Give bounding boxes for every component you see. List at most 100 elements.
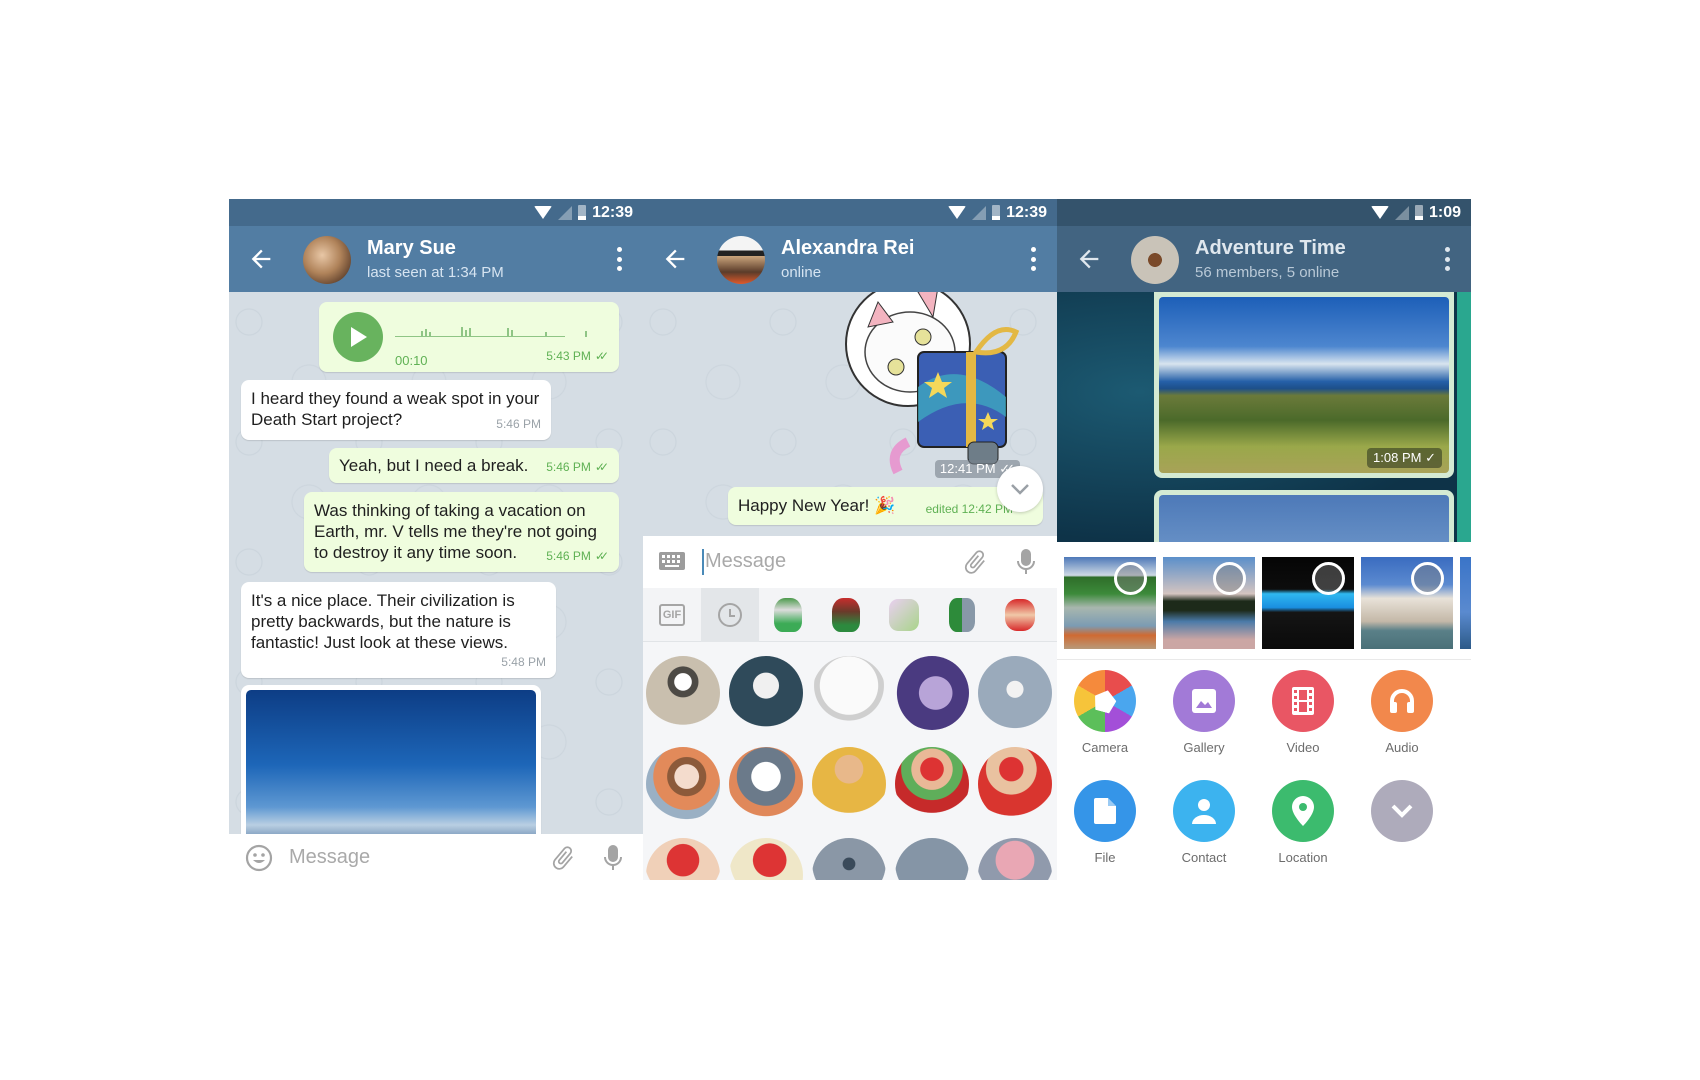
- attach-label: Camera: [1081, 740, 1129, 755]
- message-time: 5:48 PM: [501, 655, 546, 669]
- file-icon: [1074, 780, 1136, 842]
- tab-sticker-pack[interactable]: [933, 588, 991, 642]
- voice-record-button[interactable]: [602, 844, 624, 877]
- tab-sticker-pack[interactable]: [817, 588, 875, 642]
- voice-record-button[interactable]: [1015, 548, 1037, 581]
- gallery-thumbnail[interactable]: [1064, 557, 1156, 649]
- sticker-rhino[interactable]: [895, 838, 969, 880]
- sticker-message[interactable]: 12:41 PM ✓✓: [838, 292, 1038, 478]
- gallery-thumbnail[interactable]: [1361, 557, 1453, 649]
- emoji-button[interactable]: [245, 844, 273, 877]
- sticker-purple-hero[interactable]: [895, 656, 969, 730]
- sticker-marilyn[interactable]: [812, 656, 886, 730]
- sticker-husky[interactable]: [729, 747, 803, 821]
- sticker-raccoon[interactable]: [646, 656, 720, 730]
- tab-sticker-pack[interactable]: [875, 588, 933, 642]
- message-input[interactable]: Message: [705, 550, 786, 573]
- attach-file[interactable]: File: [1060, 780, 1150, 865]
- select-circle[interactable]: [1114, 562, 1147, 595]
- back-button[interactable]: [247, 245, 275, 273]
- attach-camera[interactable]: Camera: [1060, 670, 1150, 755]
- avatar[interactable]: [303, 236, 351, 284]
- sticker-crying-man[interactable]: [812, 747, 886, 821]
- attach-contact[interactable]: Contact: [1159, 780, 1249, 865]
- headphones-icon: [1371, 670, 1433, 732]
- message-bubble: Was thinking of taking a vacation on Ear…: [304, 492, 619, 572]
- chat-screen-alexandra-rei: 12:39 Alexandra Rei online 12:41 PM ✓✓ H…: [643, 199, 1057, 880]
- message-list[interactable]: 1:08 PM ✓: [1057, 292, 1471, 560]
- photo-message[interactable]: [241, 685, 541, 834]
- message-time: 5:46 PM: [496, 417, 541, 431]
- sticker-laughing-santa[interactable]: [646, 838, 720, 880]
- wallpaper-edge: [1457, 292, 1471, 542]
- attach-audio[interactable]: Audio: [1357, 670, 1447, 755]
- select-circle[interactable]: [1213, 562, 1246, 595]
- attach-more-collapse[interactable]: [1357, 780, 1447, 842]
- sticker-elephant[interactable]: [978, 838, 1052, 880]
- sticker-santa-bag[interactable]: [978, 747, 1052, 821]
- microphone-icon: [604, 845, 622, 870]
- tab-sticker-pack[interactable]: [991, 588, 1049, 642]
- sticker-pack-icon: [889, 599, 919, 631]
- signal-icon: [972, 205, 987, 220]
- sticker-santa-money[interactable]: [895, 747, 969, 821]
- smiley-icon: [245, 844, 273, 872]
- sticker-crying-wolf[interactable]: [978, 656, 1052, 730]
- message-list[interactable]: 00:10 5:43 PM ✓✓ I heard they found a wea…: [229, 292, 643, 834]
- scroll-down-button[interactable]: [997, 466, 1043, 512]
- tab-sticker-pack[interactable]: [759, 588, 817, 642]
- photo-message[interactable]: 1:08 PM ✓: [1154, 292, 1454, 478]
- attach-button[interactable]: [549, 844, 577, 877]
- avatar[interactable]: [717, 236, 765, 284]
- message-time: 1:08 PM: [1373, 450, 1422, 465]
- sticker-tab-bar: GIF: [643, 588, 1057, 642]
- attach-video[interactable]: Video: [1258, 670, 1348, 755]
- gallery-thumbnail[interactable]: [1262, 557, 1354, 649]
- tab-gif[interactable]: GIF: [643, 588, 701, 642]
- attach-button[interactable]: [961, 548, 989, 581]
- status-bar: 1:09: [1057, 199, 1471, 226]
- select-circle[interactable]: [1411, 562, 1444, 595]
- attach-gallery[interactable]: Gallery: [1159, 670, 1249, 755]
- waveform[interactable]: [395, 322, 595, 342]
- sticker-pack-icon: [949, 598, 975, 632]
- more-menu-button[interactable]: [1443, 247, 1451, 271]
- keyboard-button[interactable]: [659, 552, 685, 575]
- chat-screen-mary-sue: 12:39 Mary Sue last seen at 1:34 PM 00:1…: [229, 199, 643, 880]
- more-menu-button[interactable]: [1029, 247, 1037, 271]
- gallery-thumbnail[interactable]: [1163, 557, 1255, 649]
- sticker-pack-icon: [832, 598, 860, 632]
- more-menu-button[interactable]: [615, 247, 623, 271]
- sticker-pack-icon: [774, 598, 802, 632]
- message-text: fantastic! Just look at these views.: [251, 633, 509, 652]
- sticker-bearded-man[interactable]: [729, 656, 803, 730]
- gallery-thumbnail[interactable]: [1460, 557, 1471, 649]
- sticker-dj-rhino[interactable]: [812, 838, 886, 880]
- photo-sky: [246, 690, 536, 834]
- message-list[interactable]: 12:41 PM ✓✓ Happy New Year! 🎉 edited 12:…: [643, 292, 1057, 536]
- thumb-partial: [1460, 557, 1471, 649]
- tab-recent[interactable]: [701, 588, 759, 642]
- gallery-icon: [1173, 670, 1235, 732]
- sticker-santa-toast[interactable]: [729, 838, 803, 880]
- status-time: 12:39: [592, 203, 633, 221]
- sticker-girl-with-husky[interactable]: [646, 747, 720, 821]
- attach-location[interactable]: Location: [1258, 780, 1348, 865]
- message-text: Earth, mr. V tells me they're not going: [314, 522, 597, 541]
- message-input[interactable]: Message: [289, 846, 370, 869]
- chevron-down-icon: [1371, 780, 1433, 842]
- message-bubble: Yeah, but I need a break. 5:46 PM ✓✓: [329, 448, 619, 483]
- group-avatar[interactable]: [1131, 236, 1179, 284]
- message-bubble: I heard they found a weak spot in your D…: [241, 380, 551, 440]
- attach-label: Contact: [1181, 850, 1227, 865]
- message-text: Was thinking of taking a vacation on: [314, 501, 586, 520]
- chat-title: Alexandra Rei: [781, 237, 915, 259]
- play-button[interactable]: [333, 312, 383, 362]
- back-button[interactable]: [661, 245, 689, 273]
- wifi-icon: [534, 206, 553, 219]
- sticker-grid: [643, 642, 1057, 880]
- back-button[interactable]: [1075, 245, 1103, 273]
- message-input-bar: Message: [643, 536, 1057, 588]
- status-time: 12:39: [1006, 203, 1047, 221]
- select-circle[interactable]: [1312, 562, 1345, 595]
